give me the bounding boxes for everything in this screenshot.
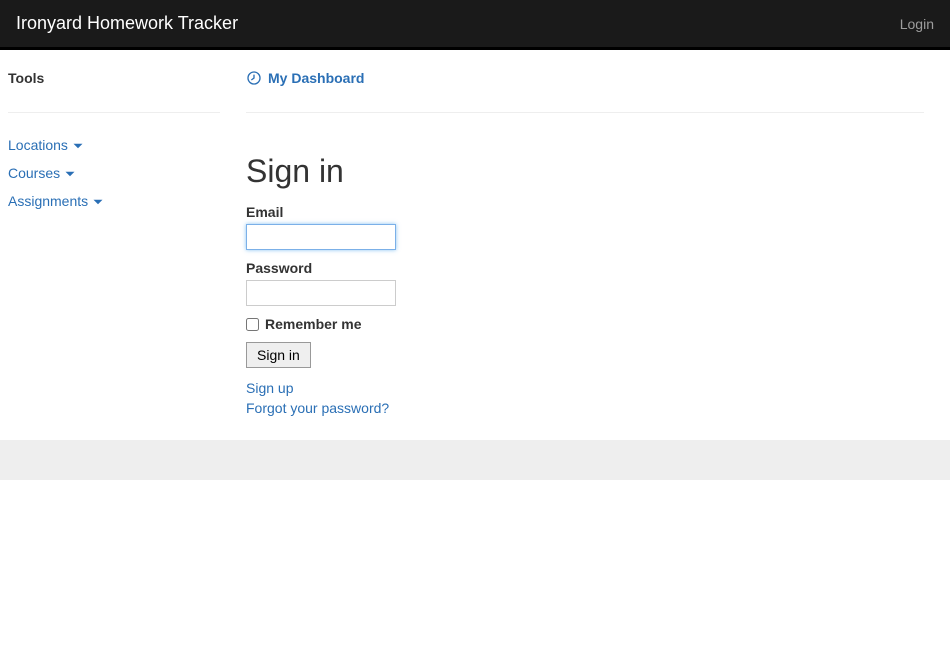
sidebar-item-locations[interactable]: Locations — [8, 131, 220, 159]
login-link[interactable]: Login — [900, 16, 934, 32]
my-dashboard-link[interactable]: My Dashboard — [268, 70, 364, 86]
content-container: Tools Locations Courses Assignments — [0, 50, 950, 420]
dashboard-icon — [246, 70, 262, 86]
remember-label: Remember me — [265, 316, 362, 332]
chevron-down-icon — [72, 139, 84, 151]
signin-form: Email Password Remember me Sign in Sign … — [246, 204, 924, 416]
dashboard-row: My Dashboard — [246, 70, 924, 113]
signin-heading: Sign in — [246, 153, 924, 190]
chevron-down-icon — [92, 195, 104, 207]
chevron-down-icon — [64, 167, 76, 179]
sidebar-item-label: Locations — [8, 137, 68, 153]
remember-row: Remember me — [246, 316, 924, 332]
password-label: Password — [246, 260, 924, 276]
auth-links: Sign up Forgot your password? — [246, 380, 924, 416]
main-content: My Dashboard Sign in Email Password Reme… — [230, 70, 940, 420]
sign-in-button[interactable]: Sign in — [246, 342, 311, 368]
password-field[interactable] — [246, 280, 396, 306]
brand-link[interactable]: Ironyard Homework Tracker — [16, 13, 238, 34]
navbar: Ironyard Homework Tracker Login — [0, 0, 950, 50]
email-field[interactable] — [246, 224, 396, 250]
footer — [0, 440, 950, 480]
sidebar: Tools Locations Courses Assignments — [0, 70, 230, 420]
email-label: Email — [246, 204, 924, 220]
forgot-password-link[interactable]: Forgot your password? — [246, 400, 924, 416]
sidebar-title: Tools — [8, 70, 220, 113]
sidebar-item-assignments[interactable]: Assignments — [8, 187, 220, 215]
sidebar-item-label: Assignments — [8, 193, 88, 209]
sidebar-item-courses[interactable]: Courses — [8, 159, 220, 187]
remember-checkbox[interactable] — [246, 318, 259, 331]
sign-up-link[interactable]: Sign up — [246, 380, 924, 396]
sidebar-item-label: Courses — [8, 165, 60, 181]
